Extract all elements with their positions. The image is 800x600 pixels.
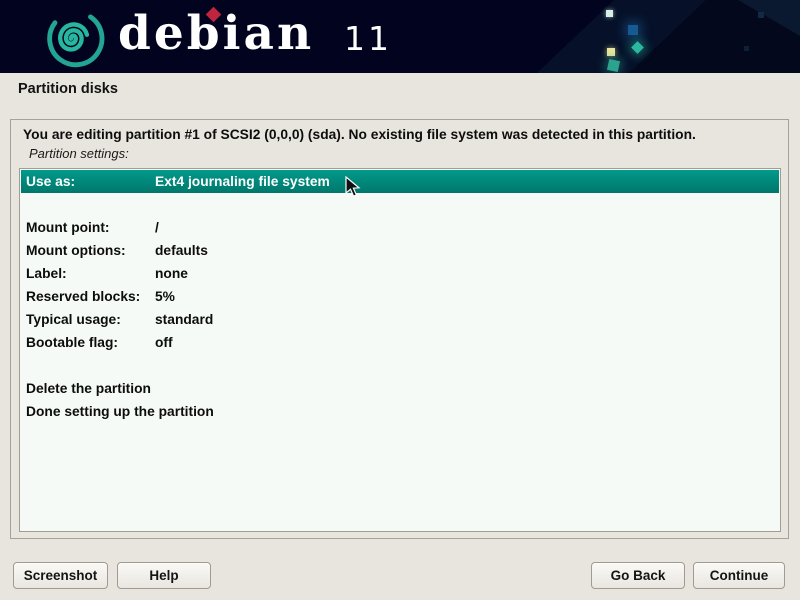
row-label: Done setting up the partition (21, 404, 214, 419)
continue-button[interactable]: Continue (693, 562, 785, 589)
row-label: Mount options: (21, 243, 155, 258)
debian-swirl-icon (42, 5, 106, 71)
screenshot-button[interactable]: Screenshot (13, 562, 108, 589)
page-title: Partition disks (18, 81, 118, 97)
mouse-cursor-icon (345, 176, 363, 198)
row-value: 5% (155, 289, 175, 304)
row-value: none (155, 266, 188, 281)
settings-row-bootable-flag[interactable]: Bootable flag: off (21, 331, 779, 354)
help-button[interactable]: Help (117, 562, 211, 589)
settings-row-typical-usage[interactable]: Typical usage: standard (21, 308, 779, 331)
row-value: Ext4 journaling file system (155, 174, 330, 189)
row-value: standard (155, 312, 213, 327)
deco-square-teal (607, 59, 620, 72)
settings-row-label[interactable]: Label: none (21, 262, 779, 285)
settings-row-reserved-blocks[interactable]: Reserved blocks: 5% (21, 285, 779, 308)
deco-square-faint (744, 46, 749, 51)
debian-banner: debian 11 (0, 0, 800, 73)
row-label: Bootable flag: (21, 335, 155, 350)
row-label: Typical usage: (21, 312, 155, 327)
settings-row-mount-options[interactable]: Mount options: defaults (21, 239, 779, 262)
row-label: Use as: (21, 174, 155, 189)
settings-row-spacer (21, 354, 779, 377)
partition-settings-label: Partition settings: (29, 146, 129, 161)
row-label: Label: (21, 266, 155, 281)
row-value: off (155, 335, 173, 350)
go-back-button[interactable]: Go Back (591, 562, 685, 589)
row-label: Mount point: (21, 220, 155, 235)
settings-row-spacer (21, 193, 779, 216)
row-value: defaults (155, 243, 208, 258)
content-frame: You are editing partition #1 of SCSI2 (0… (10, 119, 789, 539)
deco-square-faint (758, 12, 764, 18)
settings-row-mount-point[interactable]: Mount point: / (21, 216, 779, 239)
settings-row-use-as[interactable]: Use as: Ext4 journaling file system (21, 170, 779, 193)
deco-square-white (606, 10, 613, 17)
deco-square-yellow (607, 48, 615, 56)
debian-version: 11 (344, 19, 392, 58)
installer-window: debian 11 Partition disks You are editin… (0, 0, 800, 600)
settings-row-done-partition[interactable]: Done setting up the partition (21, 400, 779, 423)
row-value: / (155, 220, 159, 235)
partition-info-message: You are editing partition #1 of SCSI2 (0… (23, 127, 696, 142)
row-label: Delete the partition (21, 381, 151, 396)
settings-row-delete-partition[interactable]: Delete the partition (21, 377, 779, 400)
row-label: Reserved blocks: (21, 289, 155, 304)
deco-square-blue (628, 25, 638, 35)
partition-settings-list[interactable]: Use as: Ext4 journaling file system Moun… (19, 168, 781, 532)
